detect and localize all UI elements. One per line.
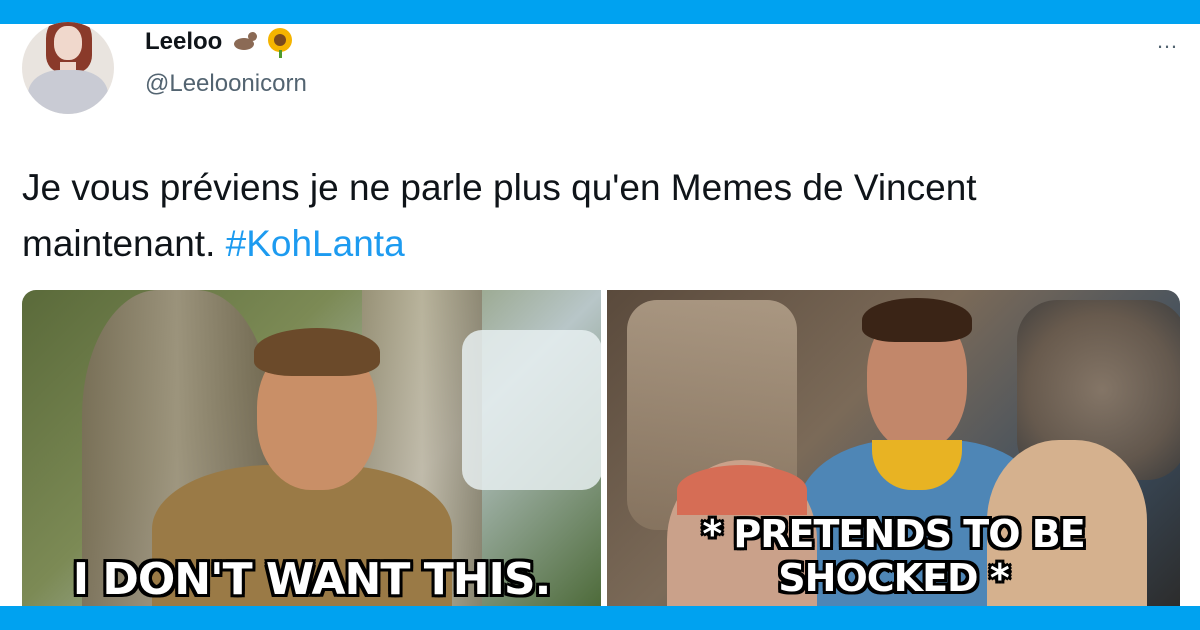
tweet-text: Je vous préviens je ne parle plus qu'en … xyxy=(22,160,1142,272)
person-hair xyxy=(254,328,380,376)
tweet-media[interactable]: I DON'T WANT THIS. * PRETENDS TO BE SHOC… xyxy=(22,290,1180,606)
person-hair xyxy=(862,298,972,342)
top-accent-bar xyxy=(0,0,1200,24)
avatar[interactable] xyxy=(22,22,114,114)
display-name-row[interactable]: Leeloo xyxy=(145,28,294,58)
user-handle[interactable]: @Leeloonicorn xyxy=(145,70,307,98)
meme-caption-left: I DON'T WANT THIS. xyxy=(72,554,552,605)
sunflower-emoji-icon xyxy=(266,28,294,58)
face-paint xyxy=(677,465,807,515)
media-image-right[interactable]: * PRETENDS TO BE SHOCKED * xyxy=(607,290,1180,606)
hashtag-link[interactable]: #KohLanta xyxy=(226,223,405,264)
meme-caption-right: * PRETENDS TO BE SHOCKED * xyxy=(702,512,1085,600)
more-options-icon[interactable]: … xyxy=(1156,28,1179,54)
tweet-text-main: Je vous préviens je ne parle plus qu'en … xyxy=(22,167,977,264)
otter-emoji-icon xyxy=(230,28,258,56)
avatar-face xyxy=(54,26,82,60)
display-name[interactable]: Leeloo xyxy=(145,28,222,56)
media-image-left[interactable]: I DON'T WANT THIS. xyxy=(22,290,601,606)
avatar-body xyxy=(28,70,108,114)
bottom-accent-bar xyxy=(0,606,1200,630)
background-sky xyxy=(462,330,601,490)
